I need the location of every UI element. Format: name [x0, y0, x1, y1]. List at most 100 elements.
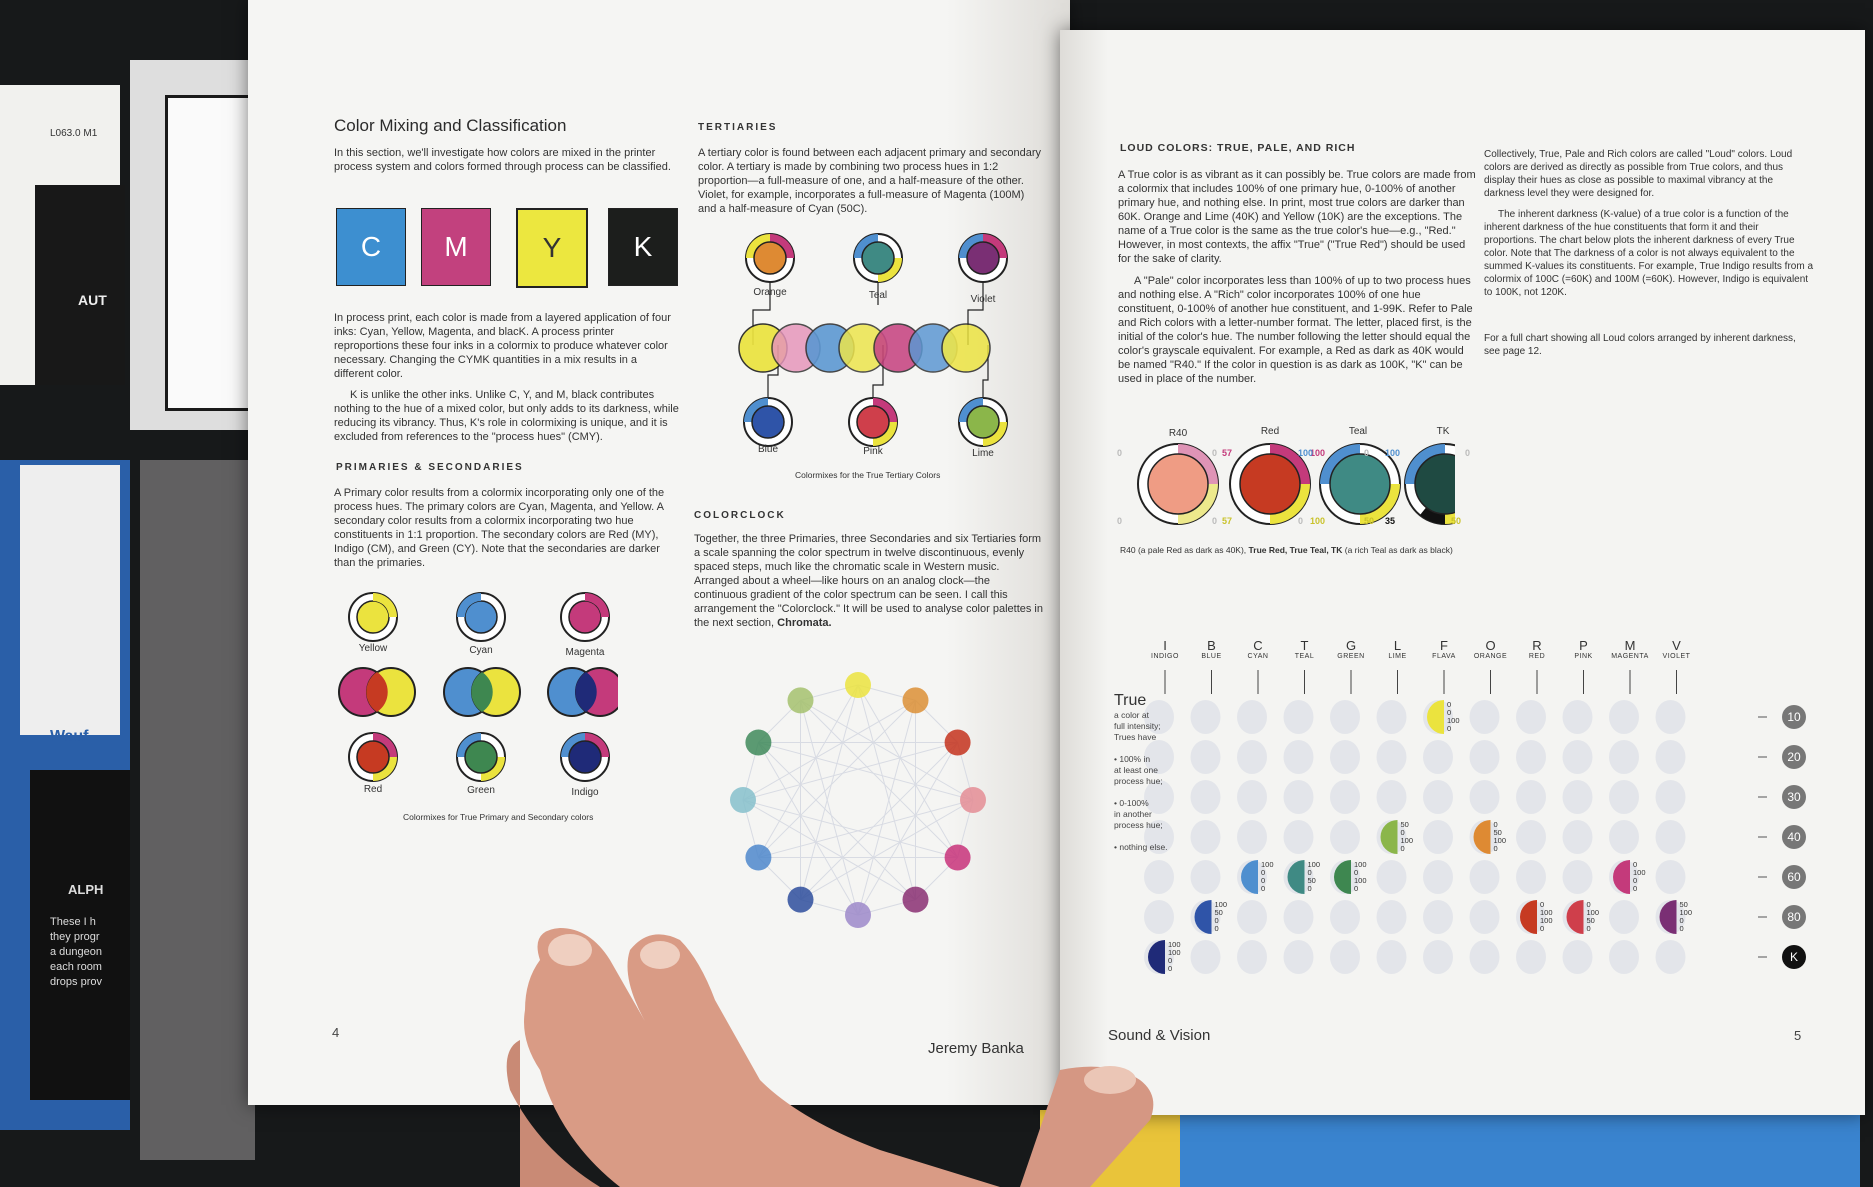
violet-mix-icon [958, 233, 1008, 283]
teal-mix-icon [853, 233, 903, 283]
chart-ghost-cell [1609, 900, 1639, 934]
orange-mix-icon [745, 233, 795, 283]
chart-ghost-cell [1516, 940, 1546, 974]
label-orange: Orange [753, 287, 787, 298]
chart-ghost-cell [1190, 860, 1221, 894]
chart-ghost-cell [1516, 780, 1546, 814]
clock-dot-10 [745, 729, 772, 756]
label-violet: Violet [970, 294, 996, 305]
chart-ghost-cell [1330, 900, 1360, 934]
background-book-text: These I h they progr a dungeon each room dro… [50, 916, 102, 988]
green-mix-icon [456, 732, 506, 782]
label-green: Green [467, 785, 495, 796]
label-magenta: Magenta [565, 647, 605, 658]
chart-ghost-cell [1423, 860, 1453, 894]
chart-ghost-cell [1283, 700, 1314, 734]
hand-photo-overlay [506, 928, 1154, 1187]
background-book-title-3: Wauf [50, 728, 89, 745]
true-description-line: • nothing else. [1114, 842, 1168, 852]
true-color-value: 0 [1494, 844, 1498, 853]
true-description-line: • 100% in [1114, 754, 1151, 764]
chart-ghost-cell [1376, 940, 1407, 974]
darkness-level-label: K [1790, 950, 1798, 964]
true-description: a color at full intensity; Trues have • 10… [1114, 710, 1204, 853]
true-description-line [1114, 831, 1204, 842]
true-description-line [1114, 743, 1204, 754]
chart-ghost-cell [1655, 740, 1686, 774]
chart-ghost-cell [1237, 700, 1267, 734]
chart-ghost-cell [1423, 780, 1453, 814]
chart-ghost-cell [1562, 940, 1593, 974]
chart-ghost-cell [1330, 780, 1360, 814]
chart-ghost-cell [1469, 700, 1500, 734]
chart-ghost-cell [1516, 820, 1546, 854]
chart-ghost-cell [1423, 900, 1453, 934]
background-blue-strip [1180, 1115, 1860, 1187]
true-description-line: Trues have [1114, 732, 1157, 742]
clock-dot-7 [787, 886, 814, 913]
clock-dot-9 [730, 787, 756, 813]
chart-ghost-cell [1655, 940, 1686, 974]
chart-ghost-cell [1516, 860, 1546, 894]
clock-dot-11 [787, 687, 814, 714]
label-yellow: Yellow [358, 643, 388, 654]
page-number-right: 5 [1794, 1028, 1802, 1043]
process-print-text: In process print, each color is made fro… [334, 312, 671, 380]
true-description-line [1114, 787, 1204, 798]
true-color-value: 0 [1354, 884, 1358, 893]
chart-ghost-cell [1283, 940, 1314, 974]
chart-ghost-cell [1423, 940, 1453, 974]
true-description-line: process hue; [1114, 820, 1163, 830]
chart-ghost-cell [1237, 780, 1267, 814]
true-color-value: 0 [1680, 924, 1684, 933]
chart-ghost-cell [1655, 700, 1686, 734]
blue-mix-icon [743, 397, 793, 447]
chart-ghost-cell [1144, 860, 1174, 894]
cmyk-tile-c: C [336, 208, 406, 286]
primaries-caption: Colormixes for True Primary and Secondar… [403, 812, 594, 822]
chart-ghost-cell [1330, 740, 1360, 774]
clock-dot-0 [845, 672, 871, 698]
chart-ghost-cell [1283, 900, 1314, 934]
true-color-value: 0 [1308, 884, 1312, 893]
chart-ghost-cell [1283, 780, 1314, 814]
true-description-line: process hue; [1114, 776, 1163, 786]
true-description-line: in another [1114, 809, 1152, 819]
chart-ghost-cell [1330, 820, 1360, 854]
clock-connector [800, 700, 958, 858]
chart-ghost-cell [1237, 820, 1267, 854]
label-teal: Teal [868, 290, 888, 301]
chart-ghost-cell [1376, 900, 1407, 934]
intro-text: In this section, we'll investigate how c… [334, 147, 671, 173]
clock-dot-5 [902, 886, 929, 913]
label-red: Red [363, 784, 383, 795]
chart-ghost-cell [1562, 700, 1593, 734]
background-book-title-2: ALPH [68, 882, 104, 897]
primaries-heading: PRIMARIES & SECONDARIES [336, 462, 524, 473]
chart-ghost-cell [1376, 860, 1407, 894]
tertiaries-text: A tertiary color is found between each a… [698, 147, 1042, 215]
background-dark-book [35, 185, 125, 385]
label-lime: Lime [972, 448, 994, 459]
indigo-mix-icon [560, 732, 610, 782]
chart-ghost-cell [1469, 940, 1500, 974]
tertiaries-heading: TERTIARIES [698, 122, 778, 133]
clock-connector [758, 700, 916, 858]
true-color-value: 0 [1447, 724, 1451, 733]
chart-ghost-cell [1376, 700, 1407, 734]
darkness-level-label: 30 [1787, 790, 1801, 804]
chart-ghost-cell [1376, 780, 1407, 814]
clock-dot-4 [944, 844, 971, 871]
true-color-value: 0 [1587, 924, 1591, 933]
clock-connector [800, 742, 958, 900]
true-color-value: 0 [1633, 884, 1637, 893]
black-ink-text: K is unlike the other inks. Unlike C, Y,… [334, 389, 679, 443]
pink-mix-icon [848, 397, 898, 447]
label-pink: Pink [863, 446, 883, 457]
chart-ghost-cell [1469, 740, 1500, 774]
background-white-strip [20, 465, 120, 735]
tertiaries-diagram [738, 233, 1008, 447]
darkness-level-label: 80 [1787, 910, 1801, 924]
page-number-left: 4 [332, 1025, 340, 1040]
chart-ghost-cell [1469, 780, 1500, 814]
